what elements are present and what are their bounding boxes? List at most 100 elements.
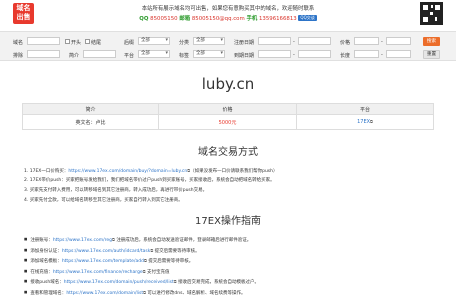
external-link-icon: ⧉ [142,268,146,274]
reg-date-end-input[interactable] [298,37,331,45]
qr-code-image [420,2,443,25]
platform-filter-label: 平台 [124,53,135,59]
guide-label: 添加域名模板： [30,259,62,264]
reg-date-start-input[interactable] [258,37,291,45]
platform-cell: 17EX⧉ [296,114,434,130]
external-link-icon: ⧉ [370,119,373,124]
step-text: 2. 17EX带价push：买家把账号发给我们，我们把域名带价过户push到买家… [24,178,275,183]
expire-date-end-input[interactable] [298,50,331,58]
guide-title: 17EX操作指南 [195,216,261,227]
filter-row-1: 域名 开头 结尾 后缀 全部 分类 全部 注册日期 - 价格 - 搜索 [0,37,456,47]
exclude-filter-label: 排除 [13,53,24,59]
length-separator: - [381,52,383,58]
guide-label: 注册账号： [30,238,53,243]
guide-link[interactable]: https://www.17ex.com/auth/idcard/task [62,249,151,254]
domain-info-table: 简介 价格 平台 英文名：卢比 5000元 17EX⧉ [22,103,434,130]
step-text: 1. 17EX一口价购买： [24,169,69,174]
buy-link[interactable]: https://www.17ex.com/domain/buy/?domain=… [68,169,187,174]
guide-note: 支付宝充值 [147,269,170,275]
length-filter-label: 长度 [340,53,351,59]
list-item: 接收push域名：https://www.17ex.com/domain/pus… [24,276,444,287]
guide-label: 在线充值： [30,269,53,275]
list-item: 添加域名模板：https://www.17ex.com/template/add… [24,255,444,266]
domain-filter-label: 域名 [13,40,24,46]
list-item: 添加身份认证：https://www.17ex.com/auth/idcard/… [24,245,444,256]
list-item: 注册账号：https://www.17ex.com/reg⧉ 注册成功后，系统会… [24,234,444,245]
contact-line: QQ 85005150 邮箱 85005150@qq.com 手机 135961… [0,14,456,22]
qq-label: QQ [139,16,149,22]
guide-note: 可以进行修改dns、域名解析、域名续费等操作。 [147,290,246,296]
price-min-input[interactable] [354,37,379,45]
email-value: 85005150@qq.com [191,16,245,22]
external-link-icon: ⧉ [143,258,147,263]
list-item: 1. 17EX一口价购买：https://www.17ex.com/domain… [24,166,444,176]
sale-notice: 本站所有展示域名均可出售，如果您有意购买其中的域名，欢迎随时联系 [141,6,315,12]
external-link-icon: ⧉ [143,289,146,295]
guide-note: 接收后交易完成，系统会自动模板过户。 [178,280,260,285]
list-item: 查看和管理域名：https://www.17ex.com/domain/list… [24,287,444,298]
phone-label: 手机 [246,16,258,22]
external-link-icon: ⧉ [173,279,177,284]
site-header: 域名 出售 本站所有展示域名均可出售，如果您有意购买其中的域名，欢迎随时联系 Q… [0,0,456,30]
platform-select[interactable]: 全部 [138,50,170,58]
step-text: 3. 买家先支付转入费用，可以转移域名到其它注册商，转入成功后，再进行带价pus… [24,188,208,193]
platform-link[interactable]: 17EX [357,119,370,125]
domain-name-title: luby.cn [201,75,255,93]
tag-filter-label: 标签 [179,53,190,59]
search-button[interactable]: 搜索 [423,37,440,46]
external-link-icon: ⧉ [112,237,115,242]
reset-button[interactable]: 重置 [423,50,440,59]
suffix-checkbox-label: 结尾 [91,40,102,46]
price-filter-label: 价格 [340,40,351,46]
list-item: 2. 17EX带价push：买家把账号发给我们，我们把域名带价过户push到买家… [24,176,444,186]
guide-link[interactable]: https://www.17ex.com/domain/push/receive… [64,280,174,285]
guide-link[interactable]: https://www.17ex.com/template/add [62,259,144,264]
list-item: 4. 买家先付全款，可以给域名转移至其它注册商，买家自行转入到其它注册商。 [24,196,444,206]
category-select[interactable]: 全部 [193,37,225,45]
column-header-platform: 平台 [296,103,434,115]
step-note: （如果没发布一口价请联系我们帮你push） [190,169,278,174]
price-cell: 5000元 [158,114,297,130]
suffix-checkbox[interactable] [85,39,90,44]
external-link-icon: ⧉ [150,247,154,253]
intro-filter-label: 简介 [69,53,80,59]
reg-date-label: 注册日期 [234,40,255,46]
guide-label: 添加身份认证： [30,248,62,254]
expire-date-start-input[interactable] [258,50,291,58]
step-text: 4. 买家先付全款，可以给域名转移至其它注册商，买家自行转入到其它注册商。 [24,198,183,203]
filter-row-2: 排除 简介 平台 全部 标签 全部 到期日期 - 长度 - 重置 [0,50,456,60]
list-item: 3. 买家先支付转入费用，可以转移域名到其它注册商，转入成功后，再进行带价pus… [24,186,444,196]
guide-link[interactable]: https://www.17ex.com/finance/recharge [53,270,143,275]
length-max-input[interactable] [386,50,411,58]
domain-filter-input[interactable] [27,37,60,45]
guide-link[interactable]: https://www.17ex.com/domain/list [66,291,143,296]
qq-value: 85005150 [150,16,178,22]
guide-note: 提交后需要等待审核。 [148,259,194,264]
guide-list: 注册账号：https://www.17ex.com/reg⧉ 注册成功后，系统会… [24,234,444,297]
table-row: 英文名：卢比 5000元 17EX⧉ [22,114,434,130]
price-separator: - [381,39,383,45]
price-max-input[interactable] [386,37,411,45]
intro-input[interactable] [83,50,116,58]
reg-date-separator: - [293,39,295,45]
list-item: 在线充值：https://www.17ex.com/finance/rechar… [24,266,444,277]
tld-filter-label: 后缀 [124,40,135,46]
column-header-price: 价格 [158,103,297,115]
expire-date-separator: - [293,52,295,58]
column-header-intro: 简介 [22,103,159,115]
length-min-input[interactable] [354,50,379,58]
intro-cell: 英文名：卢比 [22,114,159,130]
trade-methods-title: 域名交易方式 [198,147,258,158]
guide-label: 查看和管理域名： [30,290,67,296]
guide-link[interactable]: https://www.17ex.com/reg [53,238,112,243]
tld-select[interactable]: 全部 [138,37,170,45]
prefix-checkbox[interactable] [65,39,70,44]
guide-label: 接收push域名： [30,280,64,285]
filter-bar: 域名 开头 结尾 后缀 全部 分类 全部 注册日期 - 价格 - 搜索 排除 简… [0,31,456,61]
email-label: 邮箱 [179,16,191,22]
guide-note: 注册成功后，系统会自动发送验证邮件，登录邮箱后进行邮件验证。 [116,238,252,243]
qq-chat-button[interactable]: QQ交谈 [298,15,317,21]
tag-select[interactable]: 全部 [193,50,225,58]
expire-date-label: 到期日期 [234,53,255,59]
exclude-input[interactable] [27,50,60,58]
